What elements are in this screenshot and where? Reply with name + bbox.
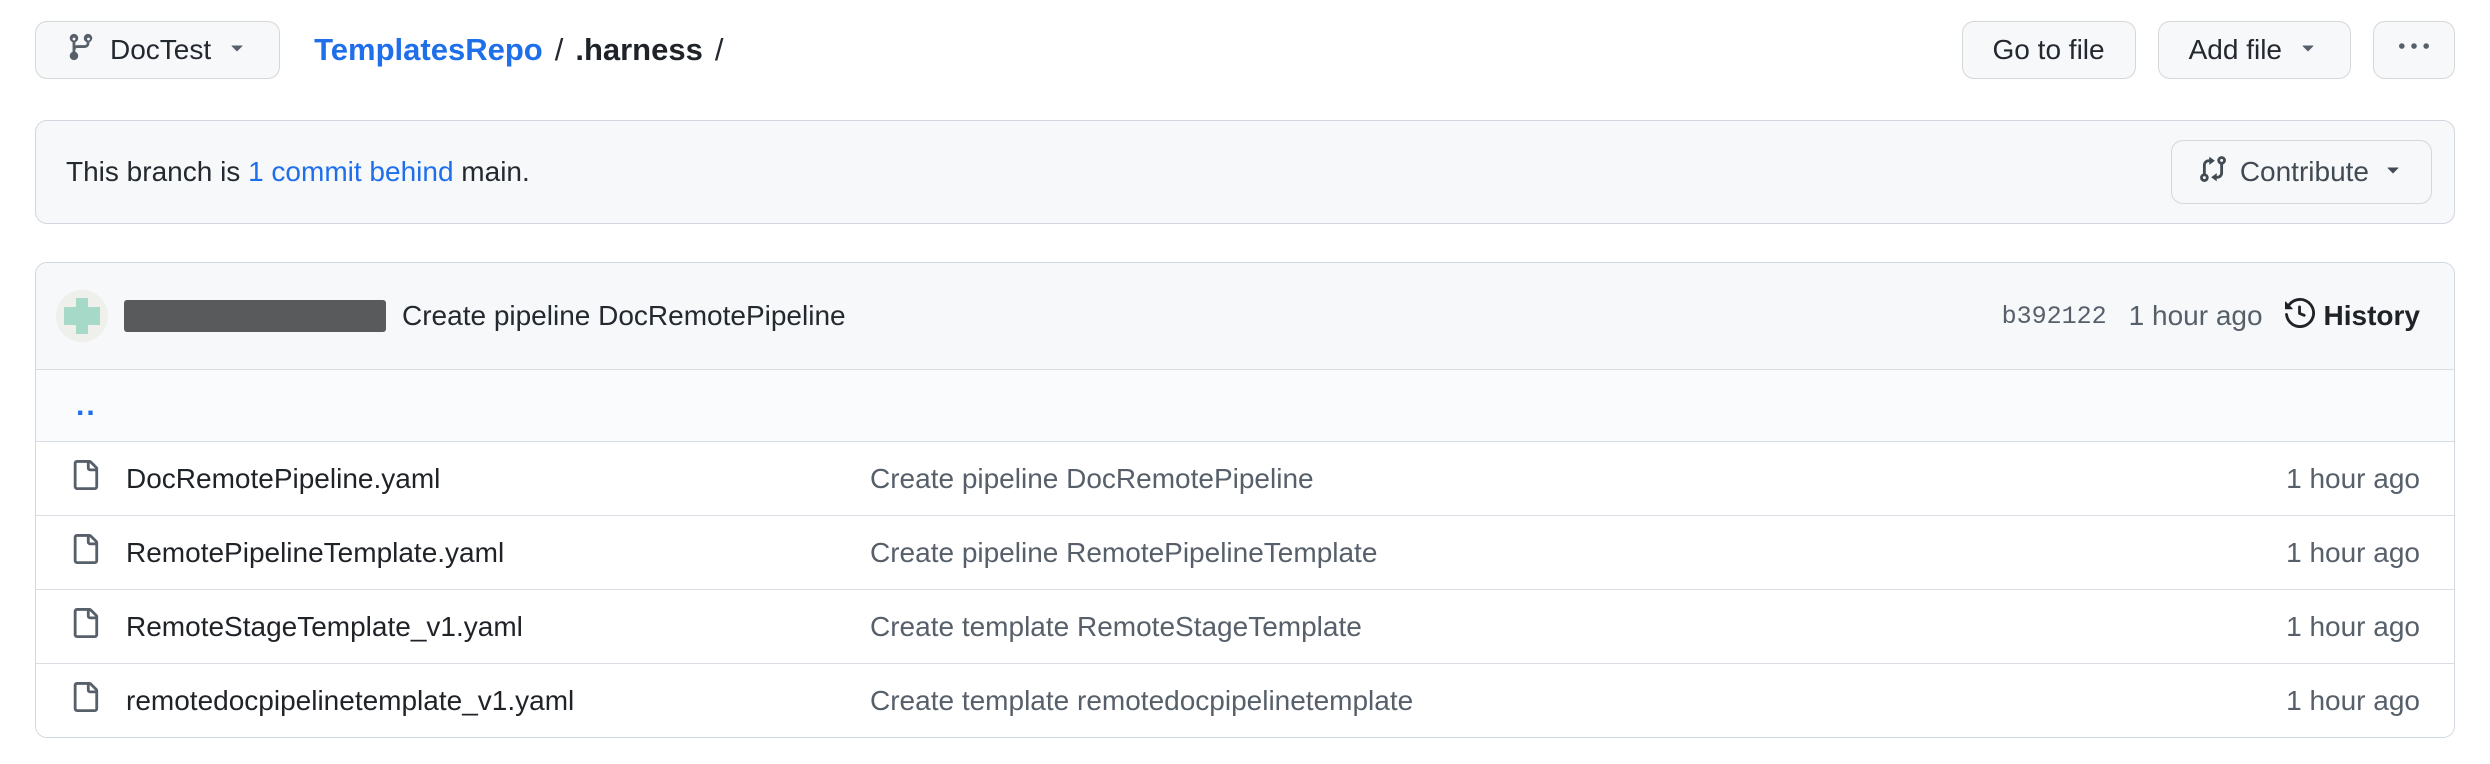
commit-sha-link[interactable]: b392122 (2002, 302, 2107, 331)
branch-behind-suffix: main. (454, 156, 530, 187)
breadcrumb: TemplatesRepo / .harness / (314, 32, 723, 68)
add-file-button[interactable]: Add file (2158, 21, 2351, 79)
file-name-link[interactable]: RemotePipelineTemplate.yaml (126, 537, 504, 569)
branch-icon (66, 32, 96, 69)
contribute-button[interactable]: Contribute (2171, 140, 2432, 204)
table-row: remotedocpipelinetemplate_v1.yaml Create… (36, 663, 2454, 737)
file-name-cell: DocRemotePipeline.yaml (70, 460, 870, 497)
repo-header-bar: DocTest TemplatesRepo / .harness / Go to… (35, 20, 2455, 80)
file-icon (70, 608, 100, 645)
breadcrumb-repo-link[interactable]: TemplatesRepo (314, 32, 543, 68)
kebab-icon (2399, 32, 2429, 69)
file-icon (70, 534, 100, 571)
file-commit-time: 1 hour ago (2286, 463, 2420, 495)
file-commit-message-link[interactable]: Create template RemoteStageTemplate (870, 611, 2286, 643)
file-commit-time: 1 hour ago (2286, 611, 2420, 643)
file-name-cell: RemotePipelineTemplate.yaml (70, 534, 870, 571)
table-row: RemotePipelineTemplate.yaml Create pipel… (36, 515, 2454, 589)
table-row: DocRemotePipeline.yaml Create pipeline D… (36, 441, 2454, 515)
branch-behind-banner: This branch is 1 commit behind main. Con… (35, 120, 2455, 224)
history-link[interactable]: History (2285, 298, 2420, 335)
file-icon (70, 682, 100, 719)
repo-header-actions: Go to file Add file (1962, 21, 2455, 79)
file-commit-time: 1 hour ago (2286, 537, 2420, 569)
branch-selector-button[interactable]: DocTest (35, 21, 280, 79)
file-name-link[interactable]: RemoteStageTemplate_v1.yaml (126, 611, 523, 643)
avatar-identicon (64, 307, 100, 325)
file-commit-time: 1 hour ago (2286, 685, 2420, 717)
commit-time: 1 hour ago (2129, 300, 2263, 332)
history-label: History (2324, 300, 2420, 332)
parent-directory-link[interactable]: .. (76, 389, 97, 423)
latest-commit-message-link[interactable]: Create pipeline DocRemotePipeline (402, 300, 846, 332)
file-commit-message-link[interactable]: Create pipeline DocRemotePipeline (870, 463, 2286, 495)
branch-behind-prefix: This branch is (66, 156, 248, 187)
avatar[interactable] (56, 290, 108, 342)
file-commit-message-link[interactable]: Create pipeline RemotePipelineTemplate (870, 537, 2286, 569)
contribute-label: Contribute (2240, 156, 2369, 188)
file-name-link[interactable]: remotedocpipelinetemplate_v1.yaml (126, 685, 574, 717)
latest-commit-header: Create pipeline DocRemotePipeline b39212… (36, 263, 2454, 369)
parent-directory-row: .. (36, 369, 2454, 441)
add-file-label: Add file (2189, 34, 2282, 66)
latest-commit-meta: b392122 1 hour ago History (2002, 298, 2420, 335)
commit-author-redacted[interactable] (124, 300, 386, 332)
file-name-cell: remotedocpipelinetemplate_v1.yaml (70, 682, 870, 719)
git-compare-icon (2198, 154, 2228, 191)
file-name-link[interactable]: DocRemotePipeline.yaml (126, 463, 440, 495)
repo-file-browser-page: DocTest TemplatesRepo / .harness / Go to… (0, 0, 2490, 738)
go-to-file-button[interactable]: Go to file (1962, 21, 2136, 79)
file-name-cell: RemoteStageTemplate_v1.yaml (70, 608, 870, 645)
history-icon (2285, 298, 2315, 335)
branch-behind-text: This branch is 1 commit behind main. (66, 156, 530, 188)
chevron-down-icon (2381, 156, 2405, 188)
commits-behind-link[interactable]: 1 commit behind (248, 156, 453, 187)
more-options-button[interactable] (2373, 21, 2455, 79)
breadcrumb-separator: / (715, 32, 724, 68)
chevron-down-icon (2296, 34, 2320, 66)
branch-name-label: DocTest (110, 34, 211, 66)
chevron-down-icon (225, 34, 249, 66)
file-icon (70, 460, 100, 497)
file-commit-message-link[interactable]: Create template remotedocpipelinetemplat… (870, 685, 2286, 717)
table-row: RemoteStageTemplate_v1.yaml Create templ… (36, 589, 2454, 663)
breadcrumb-separator: / (555, 32, 564, 68)
file-browser-box: Create pipeline DocRemotePipeline b39212… (35, 262, 2455, 738)
breadcrumb-current-dir: .harness (575, 32, 703, 68)
